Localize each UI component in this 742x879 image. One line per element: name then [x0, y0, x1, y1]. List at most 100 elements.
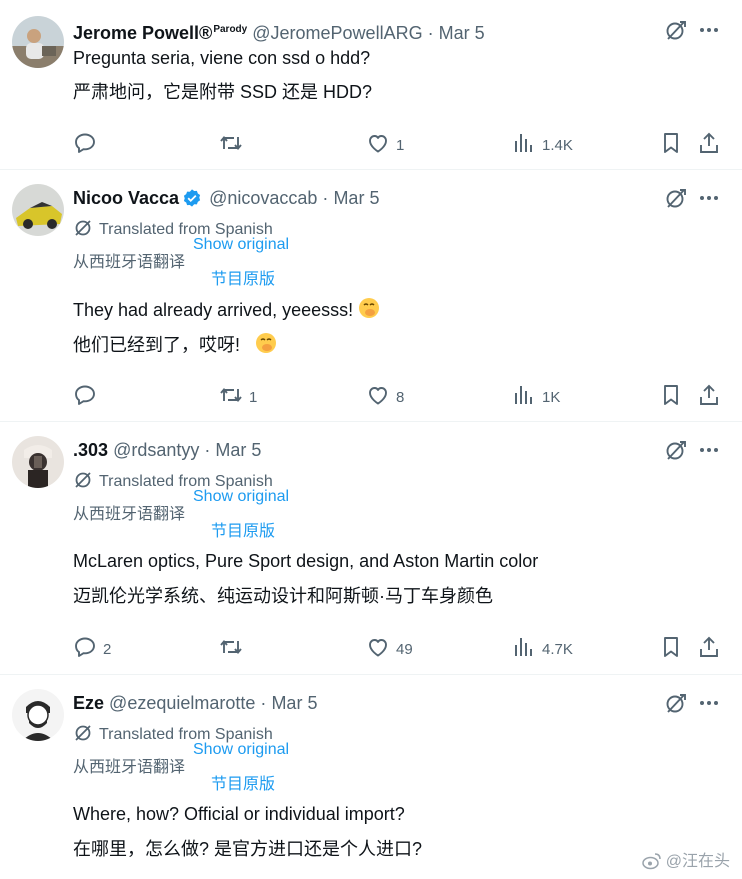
translated-label: Translated from Spanish	[73, 470, 273, 490]
translate-icon	[73, 218, 93, 238]
reply-count: 2	[103, 641, 112, 658]
bookmark-button[interactable]	[659, 635, 683, 659]
bookmark-icon	[659, 383, 683, 407]
translated-label-zh: 从西班牙语翻译	[73, 254, 186, 271]
parody-badge: Parody	[213, 24, 248, 35]
hand-over-mouth-emoji-icon	[359, 298, 380, 318]
avatar[interactable]	[12, 184, 64, 236]
tweet-text-zh: 严肃地问，它是附带 SSD 还是 HDD?	[73, 82, 373, 102]
grok-icon[interactable]	[664, 691, 688, 715]
avatar[interactable]	[12, 689, 64, 741]
like-count: 1	[396, 137, 405, 154]
views-button[interactable]: 1.4K	[512, 131, 573, 155]
show-original-link-zh[interactable]: 节目原版	[211, 770, 275, 794]
tweet-header: .303 @rdsantyy · Mar 5	[73, 438, 261, 462]
tweet-text-zh: 他们已经到了，哎呀!	[73, 332, 277, 357]
tweet[interactable]: Nicoo Vacca @nicovaccab · Mar 5 Translat…	[0, 170, 742, 422]
separator-dot: ·	[322, 188, 329, 208]
share-button[interactable]	[697, 131, 721, 155]
tweet[interactable]: .303 @rdsantyy · Mar 5 Translated from S…	[0, 422, 742, 675]
tweet-header: Nicoo Vacca @nicovaccab · Mar 5	[73, 186, 379, 210]
like-button[interactable]: 8	[366, 383, 404, 407]
repost-count: 1	[249, 389, 258, 406]
user-handle[interactable]: @nicovaccab	[209, 188, 317, 208]
repost-button[interactable]	[219, 635, 249, 659]
weibo-logo-icon	[642, 853, 661, 870]
tweet-text-zh: 迈凯伦光学系统、纯运动设计和阿斯顿·马丁车身颜色	[73, 586, 493, 606]
more-icon[interactable]	[697, 186, 721, 210]
show-original-link[interactable]: Show original	[193, 741, 289, 759]
tweet-text: Where, how? Official or individual impor…	[73, 804, 405, 824]
tweet-text-zh: 在哪里，怎么做? 是官方进口还是个人进口?	[73, 839, 423, 859]
user-handle[interactable]: @ezequielmarotte	[109, 693, 255, 713]
repost-button[interactable]: 1	[219, 383, 257, 407]
verified-badge-icon	[183, 189, 201, 207]
translate-icon	[73, 723, 93, 743]
tweet-date[interactable]: Mar 5	[439, 23, 485, 43]
like-button[interactable]: 1	[366, 131, 404, 155]
bookmark-icon	[659, 635, 683, 659]
views-count: 1.4K	[542, 137, 573, 154]
like-count: 49	[396, 641, 413, 658]
views-icon	[512, 383, 536, 407]
tweet-header: Eze @ezequielmarotte · Mar 5	[73, 691, 317, 715]
avatar[interactable]	[12, 16, 64, 68]
more-icon[interactable]	[697, 18, 721, 42]
translate-icon	[73, 470, 93, 490]
hand-over-mouth-emoji-icon	[256, 333, 277, 353]
reply-icon	[73, 131, 97, 155]
reply-icon	[73, 383, 97, 407]
display-name[interactable]: Nicoo Vacca	[73, 188, 179, 208]
repost-icon	[219, 635, 243, 659]
separator-dot: ·	[260, 693, 267, 713]
reply-button[interactable]	[73, 131, 103, 155]
show-original-link[interactable]: Show original	[193, 488, 289, 506]
tweet-date[interactable]: Mar 5	[333, 188, 379, 208]
translated-label-zh: 从西班牙语翻译	[73, 506, 186, 523]
share-icon	[697, 383, 721, 407]
grok-icon[interactable]	[664, 18, 688, 42]
views-icon	[512, 131, 536, 155]
bookmark-icon	[659, 131, 683, 155]
more-icon[interactable]	[697, 438, 721, 462]
show-original-link[interactable]: Show original	[193, 236, 289, 254]
translated-label-zh: 从西班牙语翻译	[73, 759, 186, 776]
repost-icon	[219, 131, 243, 155]
bookmark-button[interactable]	[659, 131, 683, 155]
views-button[interactable]: 4.7K	[512, 635, 573, 659]
views-button[interactable]: 1K	[512, 383, 560, 407]
tweet-date[interactable]: Mar 5	[271, 693, 317, 713]
heart-icon	[366, 383, 390, 407]
tweet-text: McLaren optics, Pure Sport design, and A…	[73, 551, 539, 571]
translated-label: Translated from Spanish	[73, 723, 273, 743]
reply-button[interactable]: 2	[73, 635, 111, 659]
reply-button[interactable]	[73, 383, 103, 407]
user-handle[interactable]: @rdsantyy	[113, 440, 199, 460]
tweet-date[interactable]: Mar 5	[215, 440, 261, 460]
repost-button[interactable]	[219, 131, 249, 155]
tweet-header: Jerome Powell®Parody @JeromePowellARG · …	[73, 18, 485, 43]
avatar[interactable]	[12, 436, 64, 488]
translated-label: Translated from Spanish	[73, 218, 273, 238]
tweet[interactable]: Eze @ezequielmarotte · Mar 5 Translated …	[0, 675, 742, 879]
repost-icon	[219, 383, 243, 407]
display-name[interactable]: Jerome Powell®	[73, 23, 212, 43]
tweet[interactable]: Jerome Powell®Parody @JeromePowellARG · …	[0, 0, 742, 170]
share-button[interactable]	[697, 383, 721, 407]
like-count: 8	[396, 389, 405, 406]
more-icon[interactable]	[697, 691, 721, 715]
bookmark-button[interactable]	[659, 383, 683, 407]
user-handle[interactable]: @JeromePowellARG	[252, 23, 422, 43]
tweet-text: Pregunta seria, viene con ssd o hdd?	[73, 48, 371, 68]
display-name[interactable]: .303	[73, 440, 108, 460]
separator-dot: ·	[204, 440, 211, 460]
grok-icon[interactable]	[664, 438, 688, 462]
like-button[interactable]: 49	[366, 635, 413, 659]
share-button[interactable]	[697, 635, 721, 659]
display-name[interactable]: Eze	[73, 693, 104, 713]
grok-icon[interactable]	[664, 186, 688, 210]
show-original-link-zh[interactable]: 节目原版	[211, 517, 275, 541]
share-icon	[697, 131, 721, 155]
views-count: 4.7K	[542, 641, 573, 658]
show-original-link-zh[interactable]: 节目原版	[211, 265, 275, 289]
